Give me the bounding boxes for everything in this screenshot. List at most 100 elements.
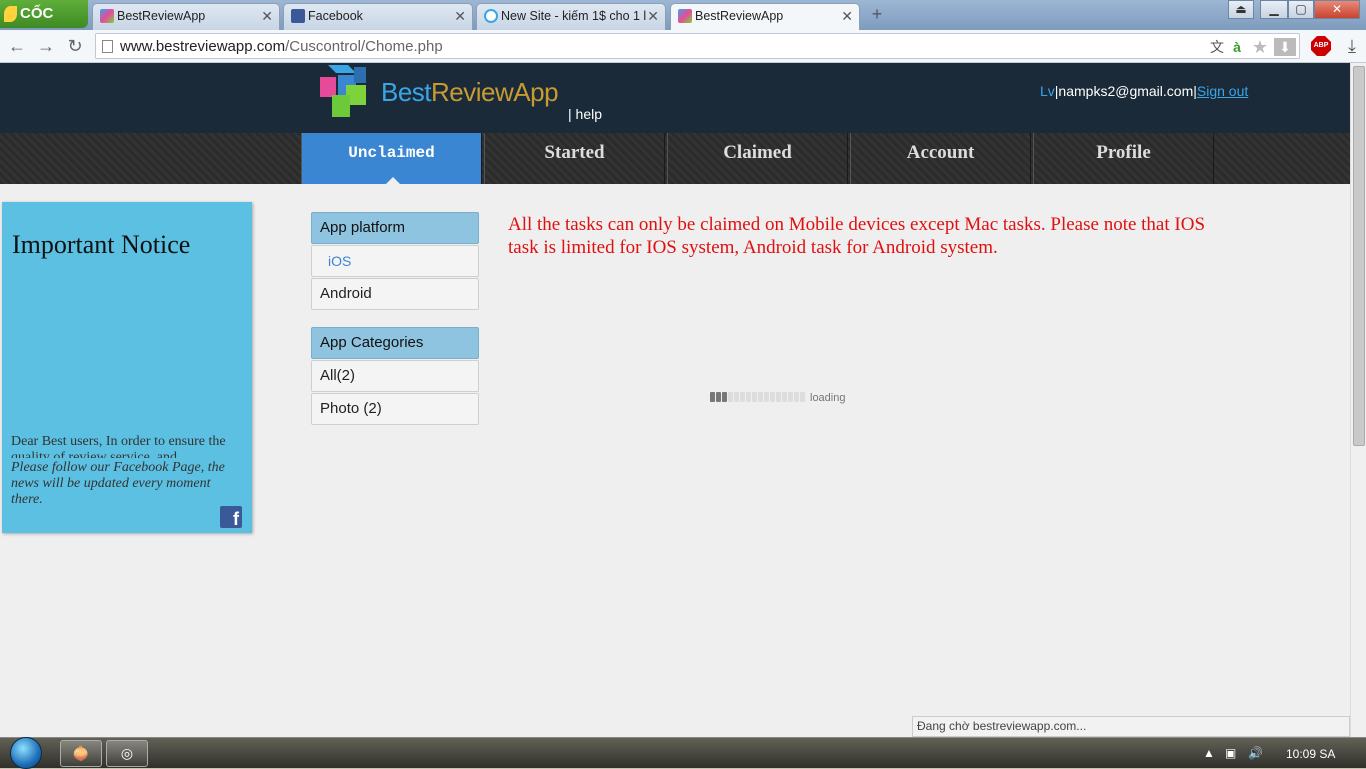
address-bar[interactable]: www.bestreviewapp.com/Cuscontrol/Chome.p… bbox=[95, 33, 1300, 59]
tab-close-icon[interactable]: ✕ bbox=[261, 4, 273, 28]
platform-ios[interactable]: iOS bbox=[311, 245, 479, 277]
tab-close-icon[interactable]: ✕ bbox=[454, 4, 466, 28]
tab-title: New Site - kiếm 1$ cho 1 l bbox=[501, 9, 647, 23]
taskbar-clock[interactable]: 10:09 SA bbox=[1286, 747, 1335, 761]
loading-segment bbox=[722, 392, 727, 402]
coccoc-menu-button[interactable]: CỐC CỐC bbox=[0, 0, 88, 50]
platform-android[interactable]: Android bbox=[311, 278, 479, 310]
site-favicon-icon bbox=[484, 9, 498, 23]
device-warning-text: All the tasks can only be claimed on Mob… bbox=[508, 214, 1206, 258]
platform-filter: App platform iOS Android bbox=[311, 212, 479, 310]
tray-expand-icon[interactable]: ▲ bbox=[1203, 746, 1215, 760]
notice-body: Dear Best users, In order to ensure the … bbox=[11, 434, 226, 458]
page-icon bbox=[102, 40, 113, 53]
tab-profile[interactable]: Profile bbox=[1033, 133, 1214, 184]
site-logo-text[interactable]: BestReviewApp bbox=[381, 77, 559, 108]
tab-facebook[interactable]: Facebook ✕ bbox=[283, 3, 473, 30]
loading-label: loading bbox=[810, 392, 846, 404]
loading-segment bbox=[800, 392, 805, 402]
download-page-icon[interactable]: ⬇ bbox=[1274, 38, 1296, 56]
category-all[interactable]: All(2) bbox=[311, 360, 479, 392]
bestreviewapp-logo-icon[interactable] bbox=[318, 63, 368, 119]
platform-filter-title: App platform bbox=[311, 212, 479, 244]
downloads-icon[interactable]: ⤓ bbox=[1342, 35, 1362, 57]
volume-icon[interactable]: 🔊 bbox=[1248, 746, 1263, 760]
loading-segment bbox=[794, 392, 799, 402]
translate-icon[interactable]: 文 bbox=[1208, 38, 1226, 56]
tab-claimed[interactable]: Claimed bbox=[667, 133, 848, 184]
status-bubble: Đang chờ bestreviewapp.com... bbox=[912, 716, 1350, 737]
tab-account[interactable]: Account bbox=[850, 133, 1031, 184]
facebook-icon[interactable]: f bbox=[220, 506, 242, 529]
sign-out-link[interactable]: Sign out bbox=[1197, 83, 1248, 99]
category-photo[interactable]: Photo (2) bbox=[311, 393, 479, 425]
user-level: Lv bbox=[1040, 83, 1055, 99]
loading-segment bbox=[770, 392, 775, 402]
page-viewport: BestReviewApp | help Lv|nampks2@gmail.co… bbox=[0, 63, 1350, 737]
tab-bestreviewapp-1[interactable]: BestReviewApp ✕ bbox=[92, 3, 280, 30]
loading-segment bbox=[758, 392, 763, 402]
loading-segment bbox=[746, 392, 751, 402]
facebook-favicon-icon bbox=[291, 9, 305, 23]
loading-segment bbox=[734, 392, 739, 402]
back-arrow-icon[interactable]: ← bbox=[6, 35, 28, 57]
browser-tab-strip: CỐC CỐC BestReviewApp ✕ Facebook ✕ New S… bbox=[0, 0, 1366, 50]
tab-title: Facebook bbox=[308, 9, 363, 23]
minimize-button[interactable]: ▁ bbox=[1260, 0, 1288, 19]
notice-title: Important Notice bbox=[12, 230, 191, 259]
new-tab-button[interactable]: + bbox=[866, 5, 888, 23]
category-filter-title: App Categories bbox=[311, 327, 479, 359]
start-button[interactable] bbox=[8, 737, 46, 769]
url-text[interactable]: www.bestreviewapp.com/Cuscontrol/Chome.p… bbox=[120, 38, 443, 55]
windows-logo-icon bbox=[10, 737, 42, 769]
loading-segment bbox=[782, 392, 787, 402]
loading-segment bbox=[788, 392, 793, 402]
loading-segment bbox=[776, 392, 781, 402]
loading-segment bbox=[728, 392, 733, 402]
important-notice-panel: Important Notice Dear Best users, In ord… bbox=[2, 202, 252, 533]
user-email: |nampks2@gmail.com| bbox=[1054, 83, 1197, 99]
loading-segment bbox=[710, 392, 715, 402]
tab-bestreviewapp-active[interactable]: BestReviewApp ✕ bbox=[670, 3, 860, 31]
loading-segment bbox=[752, 392, 757, 402]
tab-title: BestReviewApp bbox=[117, 9, 206, 23]
loading-indicator: loading bbox=[710, 392, 846, 404]
coccoc-logo-icon bbox=[4, 6, 17, 22]
windows-taskbar: 🧅 ◎ ▲ ▣ 🔊 10:09 SA bbox=[0, 737, 1366, 769]
logo-best: Best bbox=[381, 77, 432, 107]
loading-segment bbox=[764, 392, 769, 402]
adblock-plus-icon[interactable]: ABP bbox=[1311, 36, 1331, 56]
reload-icon[interactable]: ↻ bbox=[64, 35, 86, 57]
maximize-button[interactable]: ▢ bbox=[1288, 0, 1314, 19]
forward-arrow-icon[interactable]: → bbox=[35, 35, 57, 57]
network-icon[interactable]: ▣ bbox=[1225, 746, 1236, 760]
account-menu-icon[interactable]: ⏏ bbox=[1228, 0, 1254, 19]
tab-started[interactable]: Started bbox=[484, 133, 665, 184]
tab-close-icon[interactable]: ✕ bbox=[841, 4, 853, 28]
user-bar: Lv|nampks2@gmail.com|Sign out bbox=[1040, 83, 1248, 99]
notice-follow-text: Please follow our Facebook Page, the new… bbox=[11, 460, 225, 507]
main-nav: Unclaimed Started Claimed Account Profil… bbox=[0, 133, 1350, 184]
category-filter: App Categories All(2) Photo (2) bbox=[311, 327, 479, 425]
logo-reviewapp: ReviewApp bbox=[431, 77, 559, 107]
close-window-button[interactable]: ✕ bbox=[1314, 0, 1360, 19]
tab-title: BestReviewApp bbox=[695, 9, 784, 23]
bestreviewapp-favicon-icon bbox=[100, 9, 114, 23]
taskbar-app-onion-icon[interactable]: 🧅 bbox=[60, 740, 102, 767]
scrollbar-thumb[interactable] bbox=[1353, 66, 1365, 446]
loading-segment bbox=[716, 392, 721, 402]
url-path: /Cuscontrol/Chome.php bbox=[285, 38, 443, 55]
tab-close-icon[interactable]: ✕ bbox=[647, 4, 659, 28]
loading-segment bbox=[740, 392, 745, 402]
site-header: BestReviewApp | help Lv|nampks2@gmail.co… bbox=[0, 63, 1350, 133]
bestreviewapp-favicon-icon bbox=[678, 9, 692, 23]
tab-new-site[interactable]: New Site - kiếm 1$ cho 1 l ✕ bbox=[476, 3, 666, 30]
help-link[interactable]: | help bbox=[568, 106, 602, 122]
bookmark-star-icon[interactable]: ★ bbox=[1251, 38, 1269, 56]
vietnamese-typing-icon[interactable]: à bbox=[1228, 38, 1246, 56]
url-domain: www.bestreviewapp.com bbox=[120, 38, 286, 55]
tab-unclaimed[interactable]: Unclaimed bbox=[301, 133, 482, 184]
vertical-scrollbar[interactable] bbox=[1350, 63, 1366, 737]
browser-toolbar: ← → ↻ www.bestreviewapp.com/Cuscontrol/C… bbox=[0, 30, 1366, 63]
taskbar-app-coccoc-icon[interactable]: ◎ bbox=[106, 740, 148, 767]
